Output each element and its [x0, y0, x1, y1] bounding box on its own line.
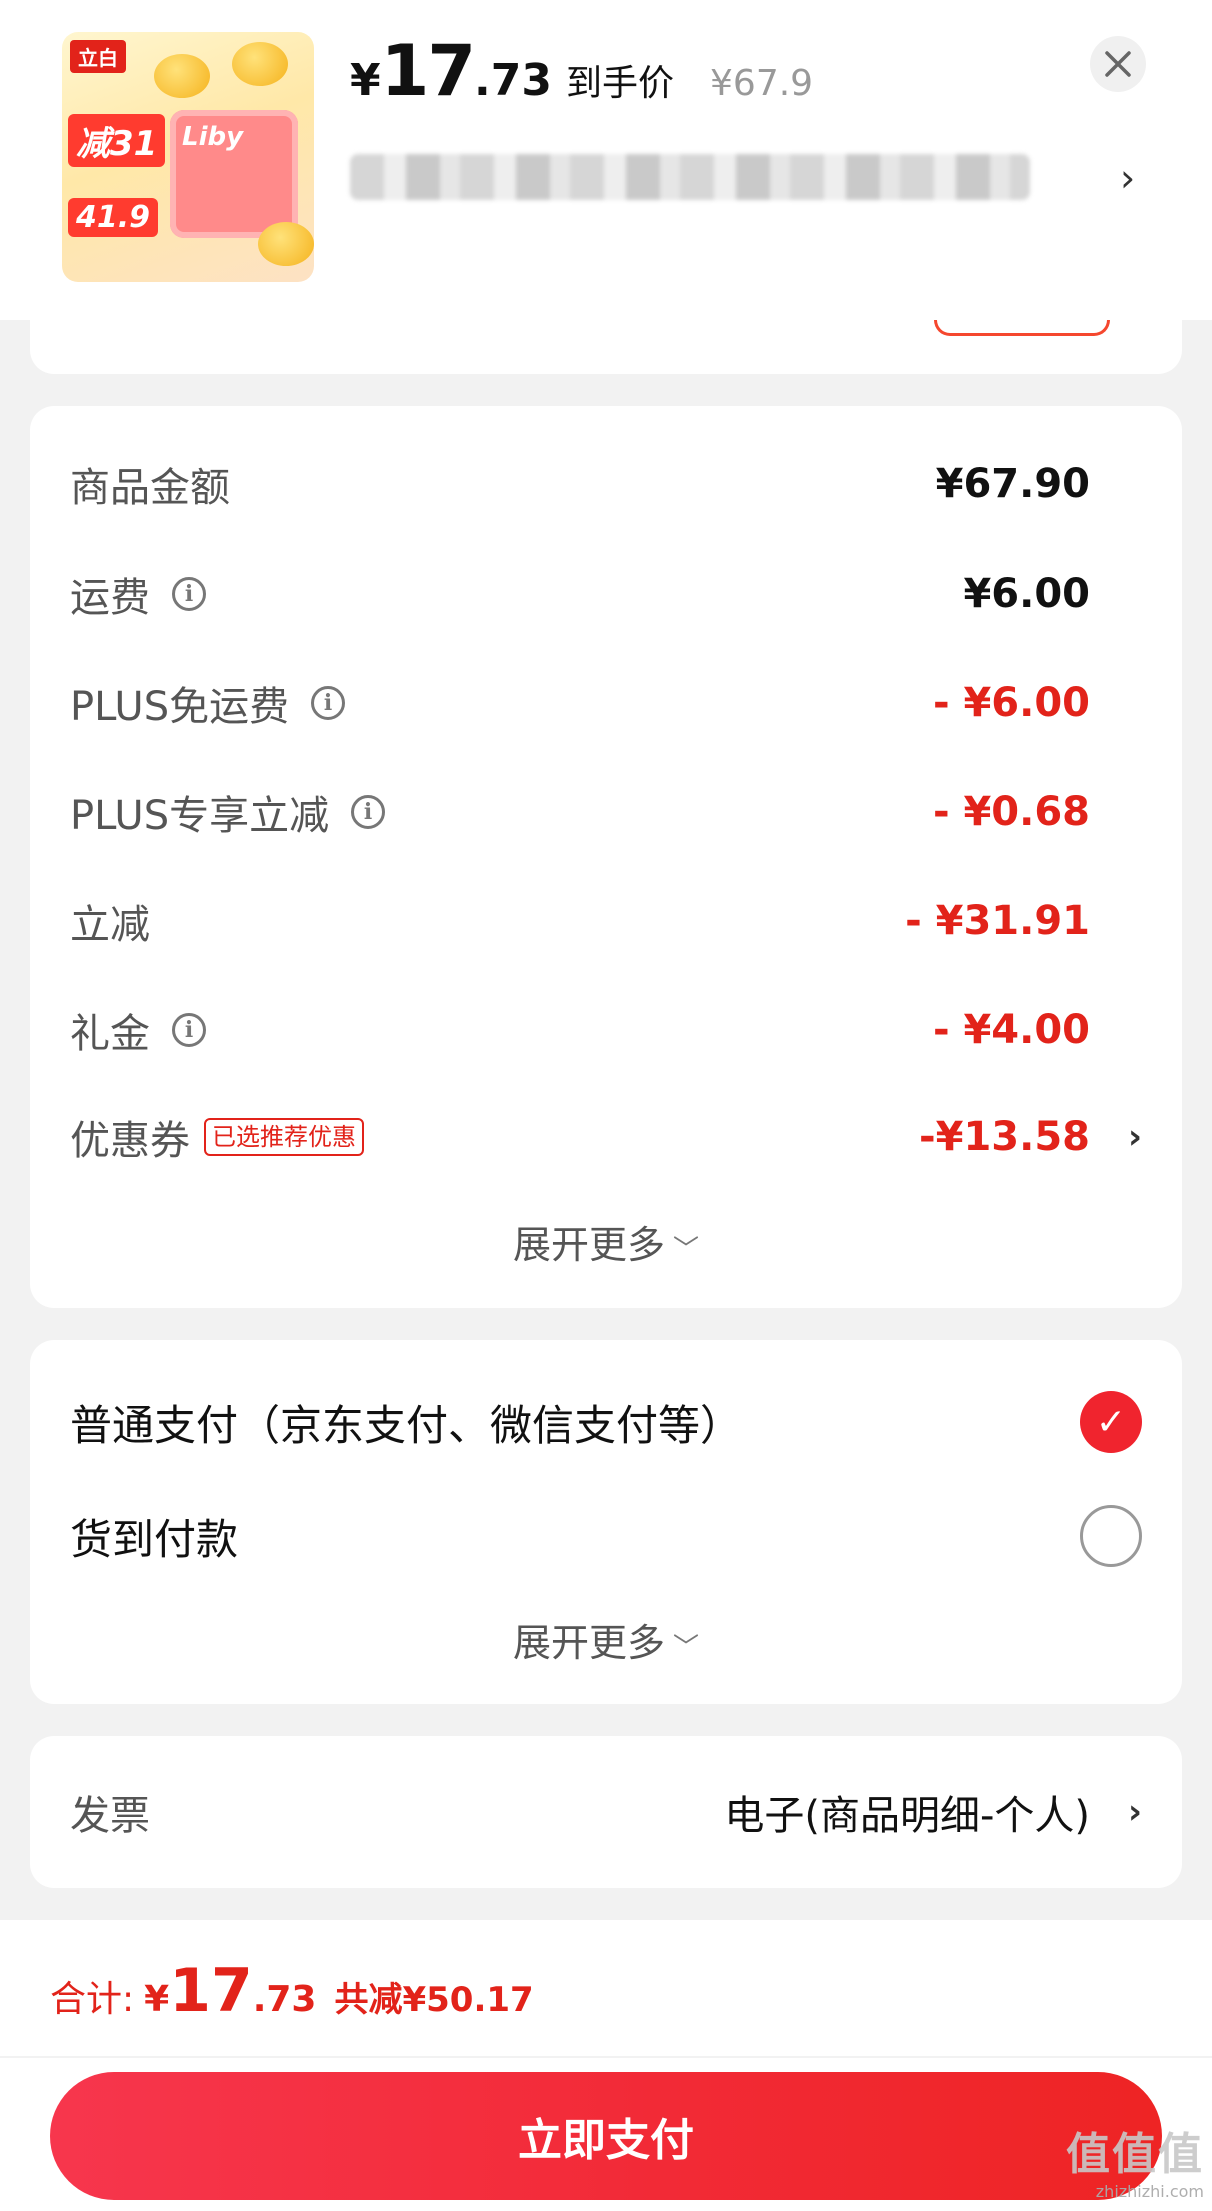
chevron-right-icon: › — [1120, 156, 1136, 200]
coupon-badge: 已选推荐优惠 — [204, 1118, 364, 1156]
product-header: 立白 减31 41.9 Liby ¥ 17 .73 到手价 ¥67.9 › — [0, 0, 1212, 320]
radio-checked[interactable]: ✓ — [1080, 1391, 1142, 1453]
summary-row-coupon[interactable]: 优惠券 已选推荐优惠 -¥13.58 › — [70, 1097, 1142, 1177]
summary-value: ¥67.90 — [935, 461, 1090, 507]
remnant-button — [934, 320, 1110, 336]
expand-more-button[interactable]: 展开更多 ﹀ — [30, 1214, 1182, 1269]
thumbnail-brand-logo: 立白 — [70, 40, 126, 73]
close-icon — [1105, 51, 1131, 77]
summary-row-shipping: 运费 i ¥6.00 — [70, 554, 1142, 634]
info-icon[interactable]: i — [172, 577, 206, 611]
price-currency: ¥ — [350, 55, 381, 106]
product-package-image: Liby — [170, 110, 298, 238]
thumbnail-discount-badge: 减31 — [68, 114, 166, 167]
pay-now-button[interactable]: 立即支付 — [50, 2072, 1162, 2200]
summary-value: - ¥6.00 — [932, 680, 1090, 726]
chevron-down-icon: ﹀ — [673, 1633, 700, 1663]
total-saved: 共减¥50.17 — [334, 1980, 534, 2020]
chevron-right-icon: › — [1127, 1117, 1142, 1157]
total-currency: ¥ — [144, 1979, 170, 2020]
site-watermark: 值值值 zhizhizhi.com — [1066, 2118, 1204, 2201]
total-decimal: .73 — [252, 1979, 317, 2020]
summary-label: 礼金 i — [70, 1001, 206, 1059]
summary-label: PLUS专享立减 i — [70, 783, 386, 841]
summary-row-instant-discount: 立减 - ¥31.91 — [70, 881, 1142, 961]
watermark-logo: 值值值 — [1066, 2129, 1204, 2180]
info-icon[interactable]: i — [311, 686, 346, 720]
summary-label-text: 优惠券 — [70, 1118, 190, 1164]
info-icon[interactable]: i — [351, 795, 386, 829]
pod-image — [154, 54, 210, 98]
thumbnail-price-badge: 41.9 — [68, 198, 159, 237]
total-integer: 17 — [169, 1956, 253, 2026]
chevron-right-icon: › — [1127, 1792, 1142, 1832]
payment-method-card: 普通支付（京东支付、微信支付等） ✓ 货到付款 展开更多 ﹀ — [30, 1340, 1182, 1704]
expand-more-label: 展开更多 — [512, 1223, 665, 1267]
summary-value: - ¥31.91 — [905, 898, 1090, 944]
invoice-label: 发票 — [70, 1793, 150, 1839]
payment-option-cod[interactable]: 货到付款 — [70, 1496, 1142, 1576]
expand-more-button[interactable]: 展开更多 ﹀ — [30, 1612, 1182, 1667]
price-summary-card: 商品金额 ¥67.90 运费 i ¥6.00 PLUS免运费 i - ¥6.00… — [30, 406, 1182, 1308]
chevron-down-icon: ﹀ — [673, 1235, 700, 1265]
summary-label-text: 运费 — [70, 575, 150, 621]
summary-row-gift-money: 礼金 i - ¥4.00 — [70, 990, 1142, 1070]
summary-value: ¥6.00 — [963, 571, 1090, 617]
payment-option-label: 普通支付（京东支付、微信支付等） — [70, 1400, 743, 1450]
radio-unchecked[interactable] — [1080, 1505, 1142, 1567]
summary-row-plus-discount: PLUS专享立减 i - ¥0.68 — [70, 772, 1142, 852]
watermark-url: zhizhizhi.com — [1095, 2182, 1204, 2201]
summary-label-text: 礼金 — [70, 1011, 150, 1057]
summary-row-plus-free-shipping: PLUS免运费 i - ¥6.00 — [70, 663, 1142, 743]
coupon-value: -¥13.58 — [919, 1114, 1090, 1160]
price-decimal: .73 — [474, 55, 552, 106]
original-price: ¥67.9 — [710, 63, 814, 104]
invoice-row[interactable]: 发票 电子(商品明细-个人) › — [70, 1772, 1142, 1852]
summary-value: - ¥0.68 — [932, 789, 1090, 835]
summary-label: 立减 — [70, 902, 150, 948]
product-brand-label: Liby — [182, 122, 244, 152]
summary-label-text: PLUS专享立减 — [70, 793, 330, 839]
summary-label: PLUS免运费 i — [70, 674, 346, 732]
previous-card-remnant — [30, 320, 1182, 374]
summary-label-text: PLUS免运费 — [70, 684, 290, 730]
checkout-footer: 合计: ¥ 17 .73 共减¥50.17 立即支付 值值值 zhizhizhi… — [0, 1920, 1212, 2211]
pod-image — [232, 42, 288, 86]
price-label: 到手价 — [566, 63, 675, 104]
payment-option-label: 货到付款 — [70, 1514, 239, 1564]
final-price: ¥ 17 .73 到手价 ¥67.9 — [350, 30, 814, 112]
summary-label: 运费 i — [70, 565, 206, 623]
address-blurred — [350, 154, 1030, 200]
pod-image — [258, 222, 314, 266]
payment-option-normal[interactable]: 普通支付（京东支付、微信支付等） ✓ — [70, 1382, 1142, 1462]
total-amount: 合计: ¥ 17 .73 共减¥50.17 — [50, 1956, 534, 2026]
summary-label: 优惠券 已选推荐优惠 — [70, 1108, 364, 1166]
invoice-card[interactable]: 发票 电子(商品明细-个人) › — [30, 1736, 1182, 1888]
summary-row-goods-amount: 商品金额 ¥67.90 — [70, 444, 1142, 524]
address-selector[interactable]: › — [350, 150, 1150, 206]
summary-label: 商品金额 — [70, 465, 230, 511]
price-integer: 17 — [380, 30, 476, 112]
product-thumbnail[interactable]: 立白 减31 41.9 Liby — [62, 32, 314, 282]
info-icon[interactable]: i — [172, 1013, 206, 1047]
total-label: 合计: — [50, 1979, 135, 2020]
close-button[interactable] — [1090, 36, 1146, 92]
invoice-value: 电子(商品明细-个人) — [724, 1793, 1090, 1839]
expand-more-label: 展开更多 — [512, 1621, 665, 1665]
summary-value: - ¥4.00 — [932, 1007, 1090, 1053]
footer-divider — [0, 2056, 1212, 2058]
